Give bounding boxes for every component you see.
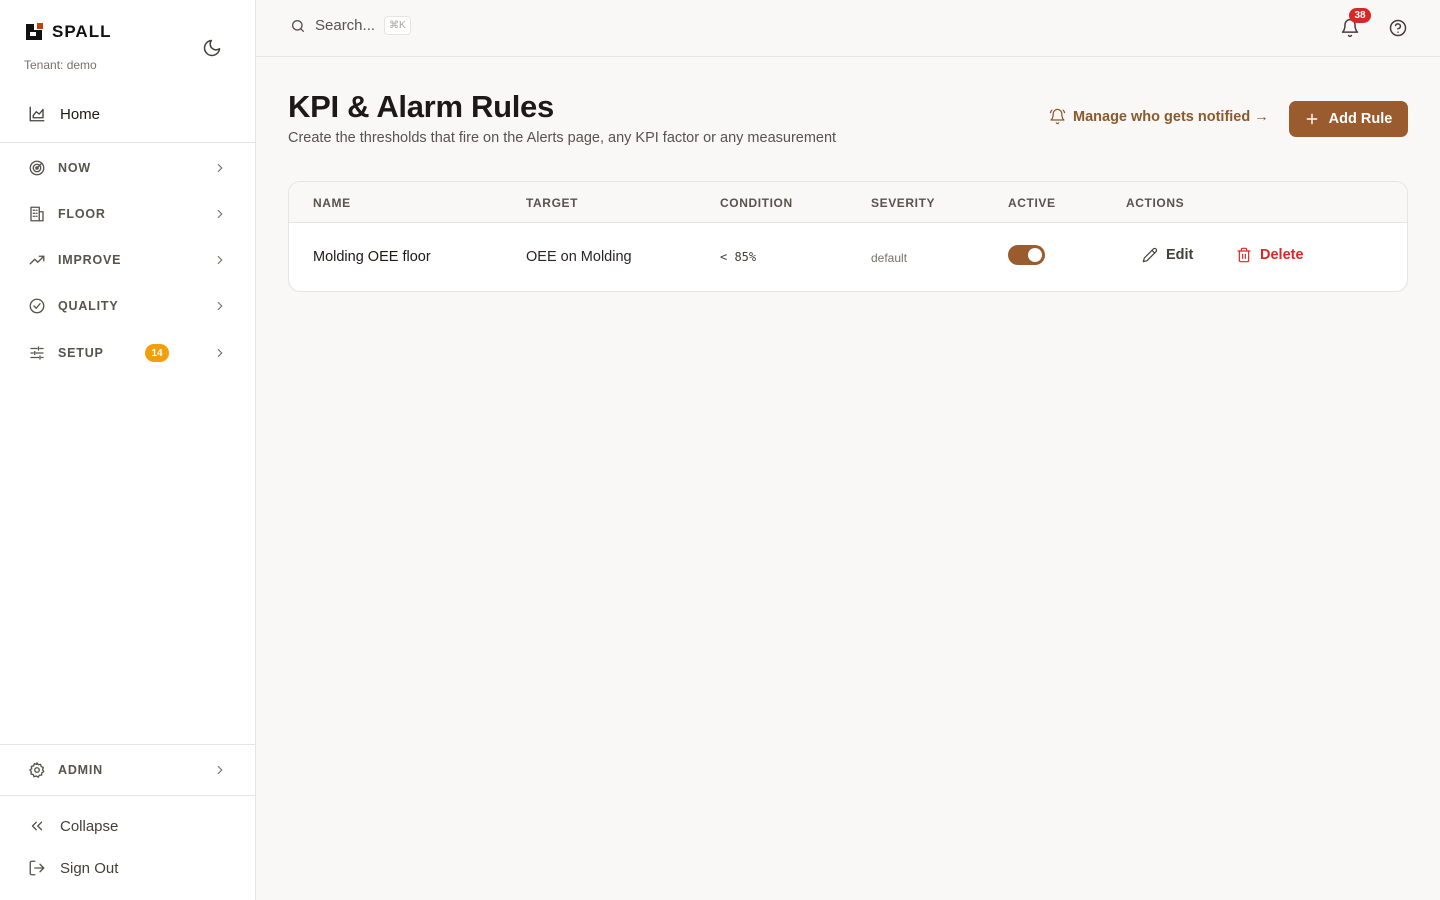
sidebar-item-setup[interactable]: SETUP 14	[0, 333, 255, 373]
chevron-right-icon	[213, 299, 227, 313]
edit-button[interactable]: Edit	[1142, 247, 1193, 263]
active-toggle[interactable]	[1008, 245, 1045, 265]
brand-logo[interactable]: SPALL	[24, 22, 111, 42]
notification-count-badge: 38	[1349, 8, 1371, 23]
bell-ring-icon	[1049, 108, 1066, 125]
check-circle-icon	[28, 297, 46, 315]
search-icon	[290, 18, 306, 34]
sidebar-item-admin[interactable]: ADMIN	[0, 750, 255, 790]
sidebar-item-label: FLOOR	[58, 207, 106, 221]
divider	[0, 142, 255, 143]
rule-condition: < 85%	[720, 250, 757, 264]
sidebar-item-label: ADMIN	[58, 763, 103, 777]
column-header-actions: ACTIONS	[1126, 196, 1185, 210]
radar-icon	[28, 159, 46, 177]
search-input[interactable]: Search... ⌘K	[290, 16, 411, 35]
divider	[0, 795, 255, 796]
column-header-active: ACTIVE	[1008, 196, 1056, 210]
brand-name: SPALL	[52, 22, 112, 41]
trash-icon	[1236, 247, 1252, 263]
moon-icon[interactable]	[202, 38, 224, 60]
gear-icon	[28, 761, 46, 779]
collapse-label: Collapse	[60, 817, 119, 835]
chart-area-icon	[28, 105, 46, 123]
column-header-target: TARGET	[526, 196, 579, 210]
logout-icon	[28, 859, 46, 877]
rule-target: OEE on Molding	[526, 249, 632, 265]
plus-icon	[1305, 112, 1319, 126]
spall-logo-icon	[26, 23, 43, 40]
chevron-right-icon	[213, 346, 227, 360]
help-icon[interactable]	[1388, 18, 1408, 38]
delete-button[interactable]: Delete	[1236, 247, 1304, 263]
column-header-condition: CONDITION	[720, 196, 793, 210]
sidebar-item-label: NOW	[58, 161, 91, 175]
trending-up-icon	[28, 251, 46, 269]
table-header: NAME TARGET CONDITION SEVERITY ACTIVE AC…	[289, 182, 1407, 223]
rule-severity: default	[871, 251, 908, 265]
column-header-name: NAME	[313, 196, 351, 210]
rule-name: Molding OEE floor	[313, 249, 431, 265]
setup-count-badge: 14	[145, 344, 169, 362]
rules-table: NAME TARGET CONDITION SEVERITY ACTIVE AC…	[288, 181, 1408, 292]
page-subtitle: Create the thresholds that fire on the A…	[288, 130, 837, 146]
sidebar-item-now[interactable]: NOW	[0, 148, 255, 188]
tenant-label: Tenant: demo	[24, 58, 97, 72]
sign-out-button[interactable]: Sign Out	[0, 848, 255, 888]
add-rule-label: Add Rule	[1328, 111, 1393, 127]
sign-out-label: Sign Out	[60, 859, 119, 877]
pencil-icon	[1142, 247, 1158, 263]
chevron-right-icon	[213, 207, 227, 221]
building-icon	[28, 205, 46, 223]
sidebar-item-home[interactable]: Home	[0, 92, 255, 136]
column-header-severity: SEVERITY	[871, 196, 936, 210]
search-placeholder: Search...	[315, 17, 376, 34]
chevron-right-icon	[213, 253, 227, 267]
chevron-right-icon	[213, 161, 227, 175]
toggle-knob	[1028, 248, 1042, 262]
collapse-button[interactable]: Collapse	[0, 806, 255, 846]
add-rule-button[interactable]: Add Rule	[1289, 101, 1408, 137]
sliders-icon	[28, 344, 46, 362]
search-shortcut: ⌘K	[384, 16, 411, 35]
topbar: Search... ⌘K 38	[256, 0, 1440, 57]
divider	[0, 744, 255, 745]
sidebar-item-label: IMPROVE	[58, 253, 122, 267]
sidebar-item-label: Home	[60, 105, 101, 123]
manage-notifications-link[interactable]: Manage who gets notified →	[1049, 108, 1269, 125]
sidebar-item-floor[interactable]: FLOOR	[0, 194, 255, 234]
edit-label: Edit	[1166, 247, 1194, 263]
chevron-right-icon	[213, 763, 227, 777]
chevrons-left-icon	[28, 817, 46, 835]
sidebar-item-quality[interactable]: QUALITY	[0, 286, 255, 326]
sidebar-item-improve[interactable]: IMPROVE	[0, 240, 255, 280]
manage-link-label: Manage who gets notified →	[1073, 108, 1269, 125]
sidebar-item-label: SETUP	[58, 346, 104, 360]
sidebar-item-label: QUALITY	[58, 299, 119, 313]
delete-label: Delete	[1260, 247, 1304, 263]
sidebar: SPALL Tenant: demo Home NOW FLOOR IMPROV…	[0, 0, 256, 900]
page-title: KPI & Alarm Rules	[288, 89, 554, 124]
